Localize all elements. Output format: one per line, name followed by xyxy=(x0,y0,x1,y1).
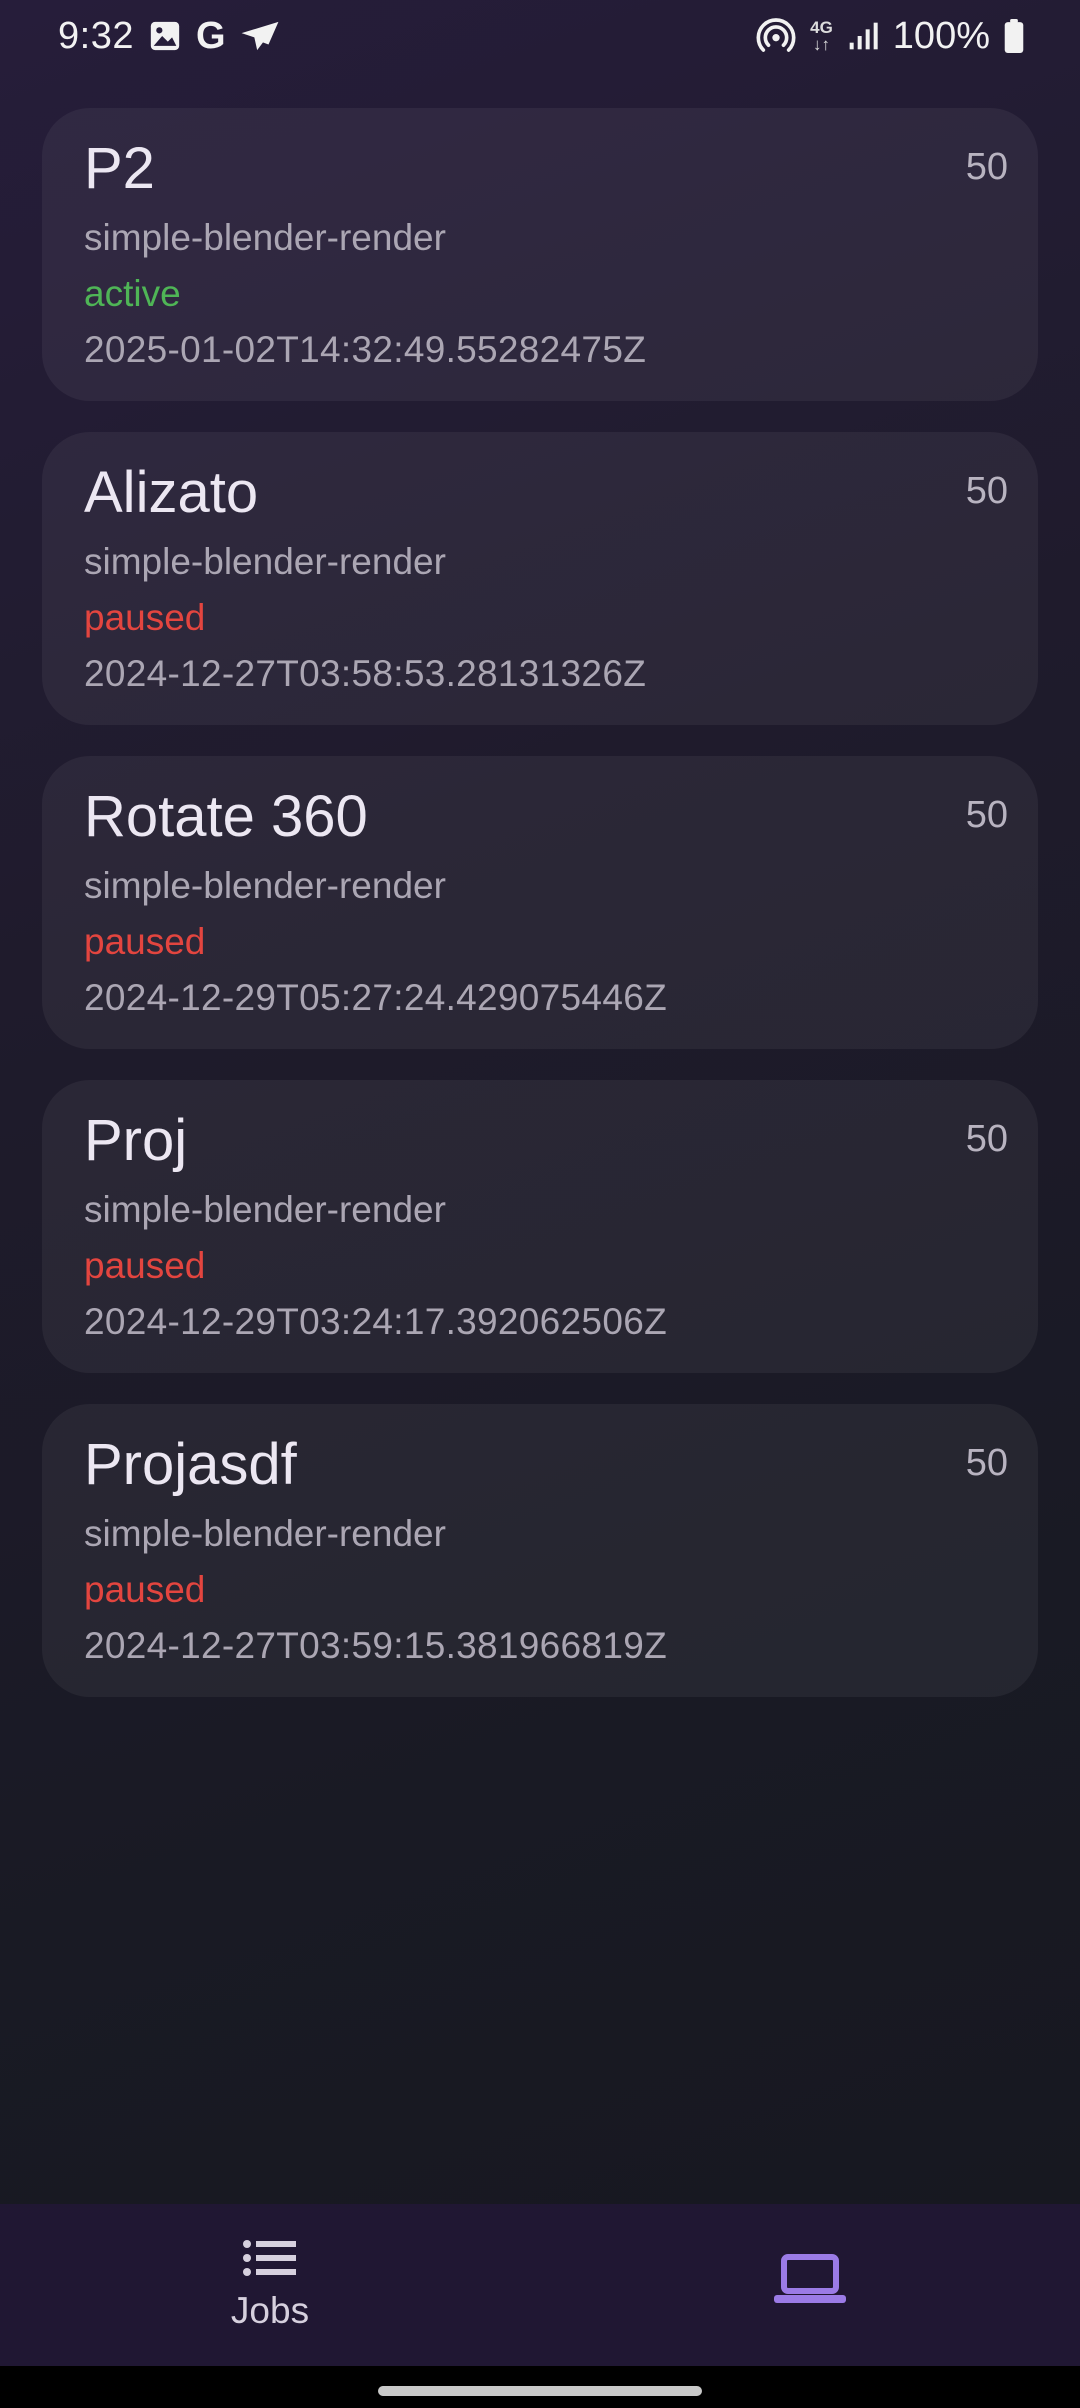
network-arrows: ↓↑ xyxy=(812,35,830,54)
job-status: paused xyxy=(84,1569,206,1610)
job-date: 2024-12-27T03:58:53.28131326Z xyxy=(84,653,647,694)
job-status: paused xyxy=(84,921,206,962)
job-status: paused xyxy=(84,597,206,638)
job-card[interactable]: Proj 50 simple-blender-render paused 202… xyxy=(42,1080,1038,1373)
job-card[interactable]: Alizato 50 simple-blender-render paused … xyxy=(42,432,1038,725)
status-time: 9:32 xyxy=(58,14,134,57)
job-card[interactable]: Rotate 360 50 simple-blender-render paus… xyxy=(42,756,1038,1049)
job-type: simple-blender-render xyxy=(84,865,446,906)
laptop-icon xyxy=(774,2253,846,2305)
job-type: simple-blender-render xyxy=(84,1189,446,1230)
job-date: 2025-01-02T14:32:49.55282475Z xyxy=(84,329,647,370)
network-type-label: 4G xyxy=(810,18,833,37)
job-title: Rotate 360 xyxy=(84,784,368,849)
job-title: Projasdf xyxy=(84,1432,297,1497)
job-date: 2024-12-29T05:27:24.429075446Z xyxy=(84,977,667,1018)
job-type: simple-blender-render xyxy=(84,1513,446,1554)
status-bar-right: 4G ↓↑ 100% xyxy=(756,15,1024,58)
google-icon: G xyxy=(195,15,226,57)
job-date: 2024-12-27T03:59:15.381966819Z xyxy=(84,1625,667,1666)
nav-item-jobs[interactable]: Jobs xyxy=(0,2204,540,2366)
status-bar-left: 9:32 G xyxy=(58,15,280,58)
job-title: P2 xyxy=(84,136,155,201)
job-priority: 50 xyxy=(965,146,1008,188)
nav-label-jobs: Jobs xyxy=(230,2290,310,2331)
job-type: simple-blender-render xyxy=(84,217,446,258)
gesture-handle[interactable] xyxy=(378,2386,702,2396)
nav-item-workers[interactable] xyxy=(540,2204,1080,2366)
job-title: Alizato xyxy=(84,460,259,525)
job-priority: 50 xyxy=(965,794,1008,836)
battery-icon xyxy=(1004,19,1024,53)
job-title: Proj xyxy=(84,1108,188,1173)
job-status: active xyxy=(84,273,181,314)
image-icon xyxy=(148,19,182,53)
job-type: simple-blender-render xyxy=(84,541,446,582)
job-card[interactable]: P2 50 simple-blender-render active 2025-… xyxy=(42,108,1038,401)
job-priority: 50 xyxy=(965,1442,1008,1484)
job-date: 2024-12-29T03:24:17.392062506Z xyxy=(84,1301,667,1342)
job-list: P2 50 simple-blender-render active 2025-… xyxy=(42,108,1038,1697)
job-status: paused xyxy=(84,1245,206,1286)
hotspot-icon xyxy=(756,16,796,56)
job-card[interactable]: Projasdf 50 simple-blender-render paused… xyxy=(42,1404,1038,1697)
status-bar: 9:32 G 4G ↓↑ 100% xyxy=(0,0,1080,72)
send-icon xyxy=(240,19,280,53)
network-4g-icon: 4G ↓↑ xyxy=(810,19,833,53)
battery-percent: 100% xyxy=(892,14,990,57)
signal-icon xyxy=(847,19,879,53)
bottom-navigation: Jobs xyxy=(0,2204,1080,2366)
job-priority: 50 xyxy=(965,470,1008,512)
list-icon xyxy=(242,2238,298,2278)
job-priority: 50 xyxy=(965,1118,1008,1160)
